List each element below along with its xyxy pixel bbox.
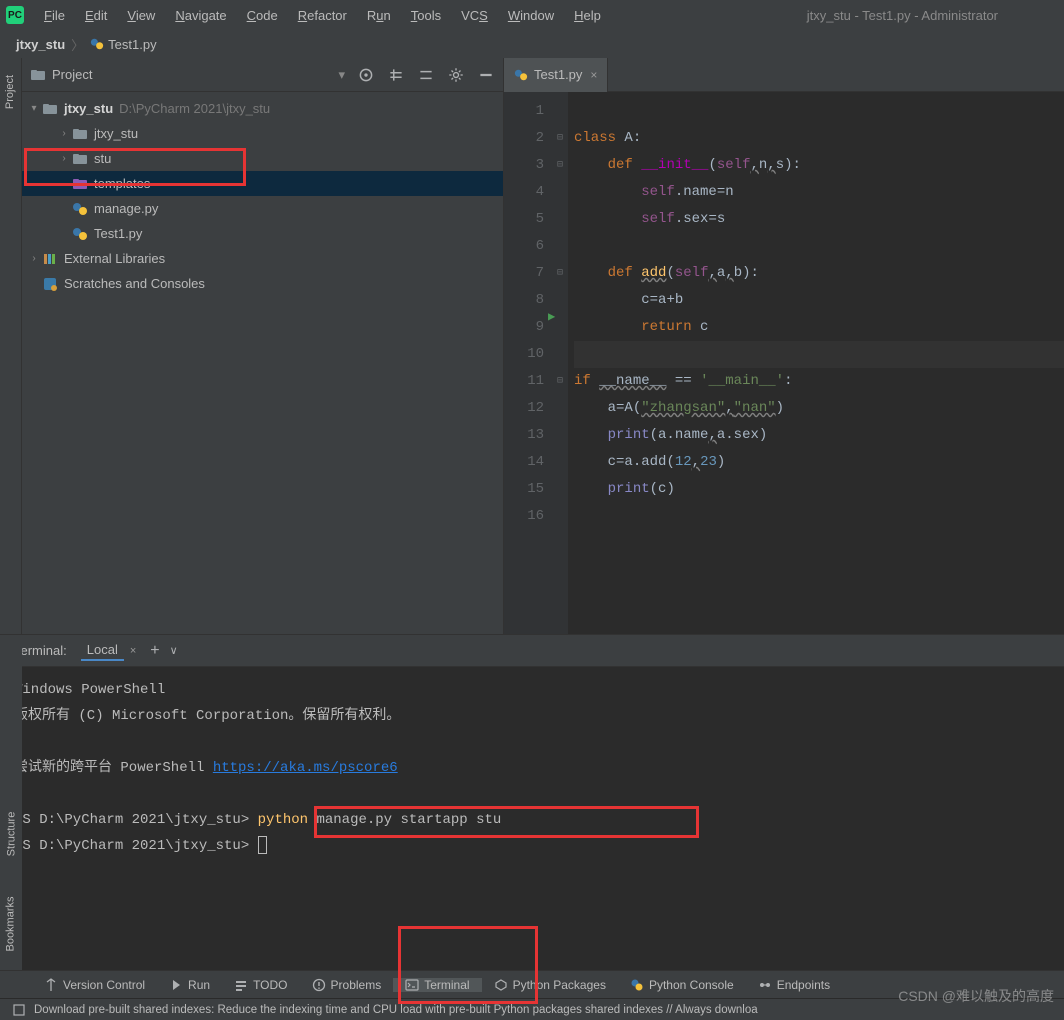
close-terminal-tab-icon[interactable]: × [130,645,136,657]
project-icon [30,67,46,83]
python-file-icon [72,201,88,217]
collapse-icon[interactable] [417,66,435,84]
term-line: Windows PowerShell [14,677,1050,703]
editor-tab-test1[interactable]: Test1.py × [504,58,608,92]
menu-view[interactable]: View [117,8,165,23]
project-panel-header: Project ▾ [22,58,503,92]
folder-icon [42,101,58,117]
tool-version-control[interactable]: Version Control [32,978,157,992]
project-tool-button[interactable]: Project [5,75,17,109]
tool-python-packages[interactable]: Python Packages [482,978,618,992]
tool-run[interactable]: Run [157,978,222,992]
terminal-header: Terminal: Local × + ∨ [0,635,1064,667]
menu-help[interactable]: Help [564,8,611,23]
tab-label: Test1.py [534,67,582,82]
python-file-icon [90,37,104,51]
watermark: CSDN @难以触及的高度 [898,986,1054,1006]
terminal-tab-local[interactable]: Local [81,640,124,661]
menu-tools[interactable]: Tools [401,8,451,23]
menu-vcs[interactable]: VCS [451,8,498,23]
menu-edit[interactable]: Edit [75,8,117,23]
tool-problems[interactable]: Problems [300,978,394,992]
expand-all-icon[interactable] [387,66,405,84]
dropdown-icon[interactable]: ▾ [338,67,345,83]
tree-label: jtxy_stu [94,126,138,141]
term-line: 尝试新的跨平台 PowerShell https://aka.ms/pscore… [14,755,1050,781]
structure-tool-button[interactable]: Structure [5,812,17,857]
terminal-dropdown-icon[interactable]: ∨ [170,644,178,657]
tree-root[interactable]: ▾ jtxy_stu D:\PyCharm 2021\jtxy_stu [22,96,503,121]
tool-todo[interactable]: TODO [222,978,299,992]
panel-title[interactable]: Project [52,67,334,82]
code-content[interactable]: class A: def __init__(self,n,s): self.na… [568,92,1064,634]
breadcrumb: jtxy_stu 〉 Test1.py [0,30,1064,58]
menu-window[interactable]: Window [498,8,564,23]
pscore-link[interactable]: https://aka.ms/pscore6 [213,760,398,776]
tool-endpoints[interactable]: Endpoints [746,978,842,992]
tree-label: stu [94,151,111,166]
breadcrumb-root[interactable]: jtxy_stu [16,37,65,52]
editor-area: Test1.py × 12345678910111213141516 ⊟⊟⊟⊟ … [504,58,1064,634]
folder-icon [72,126,88,142]
new-terminal-icon[interactable]: + [150,642,159,660]
tree-node-stu[interactable]: › stu [22,146,503,171]
python-file-icon [72,226,88,242]
term-line-cmd: PS D:\PyCharm 2021\jtxy_stu> python mana… [14,807,1050,833]
python-file-icon [514,68,528,82]
close-tab-icon[interactable]: × [590,68,597,82]
tree-external-lib[interactable]: › External Libraries [22,246,503,271]
editor-tabs: Test1.py × [504,58,1064,92]
menu-refactor[interactable]: Refactor [288,8,357,23]
folder-template-icon [72,176,88,192]
hide-icon[interactable] [477,66,495,84]
window-title: jtxy_stu - Test1.py - Administrator [807,8,998,23]
menu-file[interactable]: File [34,8,75,23]
project-tree: ▾ jtxy_stu D:\PyCharm 2021\jtxy_stu › jt… [22,92,503,300]
left-tool-rail-bottom: Structure Bookmarks [0,636,22,980]
left-tool-rail: Project [0,58,22,634]
menu-navigate[interactable]: Navigate [165,8,236,23]
tree-label: templates [94,176,150,191]
line-numbers: 12345678910111213141516 [504,92,552,634]
menu-run[interactable]: Run [357,8,401,23]
tree-node-manage[interactable]: manage.py [22,196,503,221]
status-icon [12,1003,26,1017]
root-path: D:\PyCharm 2021\jtxy_stu [119,101,270,116]
terminal-panel: Terminal: Local × + ∨ Windows PowerShell… [0,634,1064,980]
library-icon [42,251,58,267]
tool-python-console[interactable]: Python Console [618,978,746,992]
locate-icon[interactable] [357,66,375,84]
term-line: 版权所有 (C) Microsoft Corporation。保留所有权利。 [14,703,1050,729]
run-gutter-icon[interactable]: ▶ [548,304,555,331]
tree-node-templates[interactable]: templates [22,171,503,196]
tree-label: manage.py [94,201,158,216]
menu-code[interactable]: Code [237,8,288,23]
tree-node-test1[interactable]: Test1.py [22,221,503,246]
breadcrumb-file[interactable]: Test1.py [108,37,156,52]
scratches-icon [42,276,58,292]
status-text: Download pre-built shared indexes: Reduc… [34,1004,758,1016]
tree-label: Test1.py [94,226,142,241]
root-label: jtxy_stu [64,101,113,116]
tool-terminal[interactable]: Terminal [393,978,481,992]
tree-scratches[interactable]: Scratches and Consoles [22,271,503,296]
tree-label: Scratches and Consoles [64,276,205,291]
tree-node-jtxy[interactable]: › jtxy_stu [22,121,503,146]
fold-column[interactable]: ⊟⊟⊟⊟ [552,92,568,634]
folder-icon [72,151,88,167]
terminal-output[interactable]: Windows PowerShell 版权所有 (C) Microsoft Co… [0,667,1064,869]
bookmarks-tool-button[interactable]: Bookmarks [5,896,17,951]
term-line-prompt: PS D:\PyCharm 2021\jtxy_stu> [14,833,1050,859]
project-panel: Project ▾ ▾ jtxy_stu D:\PyCharm 2021\jtx… [22,58,504,634]
titlebar: PC File Edit View Navigate Code Refactor… [0,0,1064,30]
settings-icon[interactable] [447,66,465,84]
tree-label: External Libraries [64,251,165,266]
code-editor[interactable]: 12345678910111213141516 ⊟⊟⊟⊟ class A: de… [504,92,1064,634]
app-icon: PC [6,6,24,24]
